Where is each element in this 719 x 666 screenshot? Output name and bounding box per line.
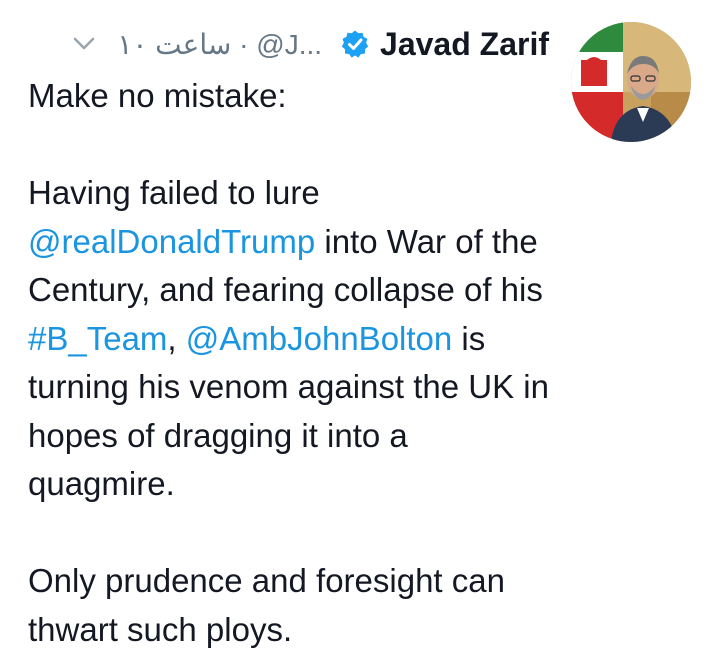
- verified-badge-icon: [340, 28, 372, 60]
- tweet-paragraph-2: Having failed to lure @realDonaldTrump i…: [28, 169, 558, 509]
- tweet-line-1: Make no mistake:: [28, 77, 287, 114]
- tweet-text-segment: Having failed to lure: [28, 174, 320, 211]
- tweet-text-segment: ,: [167, 319, 186, 357]
- tweet-paragraph-3: Only prudence and foresight can thwart s…: [28, 562, 505, 648]
- chevron-down-icon[interactable]: [67, 27, 101, 61]
- tweet-text: Make no mistake: Having failed to lure @…: [28, 72, 558, 654]
- tweet-meta: ۱۰ ساعت · @J...: [117, 28, 322, 61]
- meta-separator: ·: [239, 28, 249, 60]
- author-avatar[interactable]: [571, 22, 691, 142]
- mention-ambjohnbolton[interactable]: @AmbJohnBolton: [186, 320, 452, 357]
- tweet-time[interactable]: ۱۰ ساعت: [117, 29, 231, 60]
- mention-realdonaldtrump[interactable]: @realDonaldTrump: [28, 223, 315, 260]
- author-name[interactable]: Javad Zarif: [380, 26, 549, 63]
- tweet-card: ۱۰ ساعت · @J... Javad Zarif Make no mist…: [0, 0, 719, 666]
- tweet-header: ۱۰ ساعت · @J... Javad Zarif: [67, 22, 549, 66]
- author-handle[interactable]: @J...: [256, 29, 322, 60]
- hashtag-b-team[interactable]: #B_Team: [28, 320, 167, 357]
